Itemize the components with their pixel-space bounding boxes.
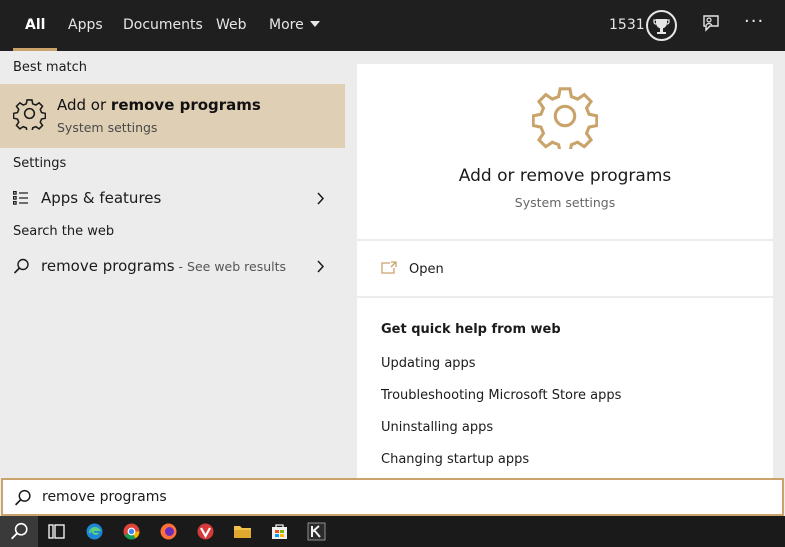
web-result-hint: - See web results: [174, 259, 287, 274]
tab-web[interactable]: Web: [216, 0, 247, 51]
search-web-heading: Search the web: [13, 224, 115, 239]
settings-heading: Settings: [13, 156, 67, 171]
best-match-title-prefix: Add or: [57, 96, 111, 114]
help-link[interactable]: Updating apps: [381, 356, 476, 371]
task-view-icon[interactable]: [47, 522, 66, 541]
edge-icon[interactable]: [85, 522, 104, 541]
web-result-item[interactable]: remove programs - See web results: [0, 249, 345, 283]
gear-icon: [13, 99, 46, 130]
tab-documents[interactable]: Documents: [123, 0, 203, 51]
search-icon: [14, 489, 31, 506]
vivaldi-icon[interactable]: [196, 522, 215, 541]
settings-item-label: Apps & features: [41, 189, 162, 207]
firefox-icon[interactable]: [159, 522, 178, 541]
search-input[interactable]: remove programs: [42, 489, 167, 505]
gear-icon: [532, 87, 598, 149]
rewards-points: 1531: [609, 17, 645, 33]
quick-help-heading: Get quick help from web: [381, 322, 561, 337]
tab-more[interactable]: More: [269, 0, 320, 51]
file-explorer-icon[interactable]: [233, 522, 252, 541]
settings-item-apps-features[interactable]: Apps & features: [0, 181, 345, 215]
taskbar-search-button[interactable]: [0, 516, 38, 547]
more-options-icon[interactable]: ···: [744, 11, 764, 32]
list-icon: [13, 191, 28, 205]
taskbar: [0, 516, 785, 547]
best-match-title-bold: remove programs: [110, 96, 261, 114]
app-k-icon[interactable]: [307, 522, 326, 541]
trophy-icon[interactable]: [646, 10, 677, 41]
preview-subtitle: System settings: [514, 195, 616, 210]
preview-pane: Add or remove programs System settings O…: [357, 64, 773, 478]
open-icon: [381, 261, 397, 274]
divider: [357, 296, 773, 298]
feedback-icon[interactable]: [701, 14, 721, 38]
search-icon: [11, 522, 28, 540]
chrome-icon[interactable]: [122, 522, 141, 541]
search-icon: [13, 258, 29, 274]
tab-apps[interactable]: Apps: [68, 0, 103, 51]
tab-more-label: More: [269, 17, 304, 33]
best-match-heading: Best match: [13, 60, 88, 75]
web-result-label: remove programs - See web results: [41, 257, 286, 275]
chevron-right-icon: [317, 260, 325, 273]
search-filter-bar: All Apps Documents Web More 1531 ···: [0, 0, 785, 51]
store-icon[interactable]: [270, 522, 289, 541]
help-link[interactable]: Troubleshooting Microsoft Store apps: [381, 388, 621, 403]
open-button[interactable]: Open: [409, 262, 444, 277]
chevron-down-icon: [309, 21, 320, 27]
help-link[interactable]: Changing startup apps: [381, 452, 529, 467]
preview-title: Add or remove programs: [458, 166, 672, 186]
tab-all[interactable]: All: [12, 0, 59, 51]
help-link[interactable]: Uninstalling apps: [381, 420, 493, 435]
chevron-right-icon: [317, 192, 325, 205]
best-match-item[interactable]: Add or remove programs System settings: [0, 84, 345, 148]
web-query-text: remove programs: [41, 257, 175, 275]
results-pane: Best match Add or remove programs System…: [0, 51, 345, 478]
best-match-subtitle: System settings: [57, 120, 158, 135]
divider: [357, 239, 773, 241]
best-match-title: Add or remove programs: [57, 96, 261, 114]
search-box[interactable]: remove programs: [1, 478, 784, 516]
